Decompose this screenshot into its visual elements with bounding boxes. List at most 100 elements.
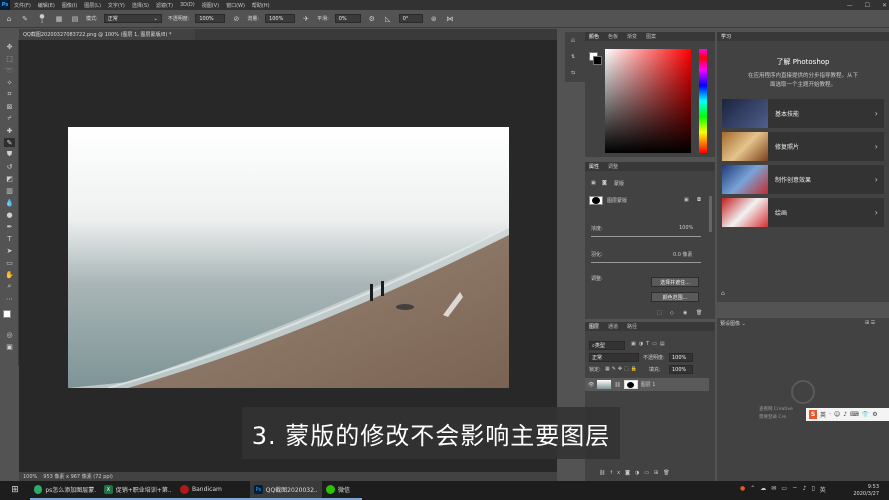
- menu-view[interactable]: 视图(V): [202, 2, 219, 9]
- document-tab[interactable]: QQ截图20200327083722.png @ 100% (图层 1, 图层蒙…: [19, 29, 195, 40]
- airbrush-icon[interactable]: ✈: [301, 14, 311, 24]
- load-selection-icon[interactable]: ⬚: [657, 310, 662, 316]
- ime-skin-icon[interactable]: 👕: [862, 411, 869, 418]
- menu-select[interactable]: 选择(S): [132, 2, 149, 9]
- link-icon[interactable]: ⛓: [614, 382, 620, 388]
- color-picker-field[interactable]: [605, 49, 691, 153]
- feather-value[interactable]: 0.0 像素: [673, 251, 693, 258]
- taskbar-item-wechat-browser[interactable]: ps怎么添加图层蒙...: [30, 481, 100, 500]
- taskbar-item-photoshop[interactable]: Ps QQ截图2020032...: [250, 481, 322, 500]
- grid-view-icon[interactable]: ⊞ ☰: [865, 320, 875, 326]
- ime-keyboard-icon[interactable]: ⌨: [850, 411, 859, 418]
- tray-volume-icon[interactable]: ♪: [803, 485, 807, 494]
- menu-filter[interactable]: 滤镜(T): [156, 2, 173, 9]
- clone-stamp-tool-icon[interactable]: ⛊: [4, 150, 15, 159]
- brush-settings-icon[interactable]: ⇆: [571, 70, 575, 76]
- preset-images-dropdown[interactable]: 预设图像 ⌄: [720, 320, 746, 327]
- tray-chat-icon[interactable]: ✉: [771, 485, 776, 494]
- foreground-color-swatch[interactable]: [3, 310, 11, 318]
- layer-row[interactable]: 👁 ⛓ 图层 1: [585, 378, 709, 391]
- learn-item-basic-skills[interactable]: 基本技能 ›: [722, 99, 884, 128]
- blend-mode-select[interactable]: 正常: [589, 353, 639, 362]
- mode-select[interactable]: 正常 ⌄: [103, 14, 162, 23]
- quick-mask-icon[interactable]: ◎: [4, 330, 15, 339]
- feather-slider[interactable]: [591, 262, 701, 263]
- layer-opacity-field[interactable]: 100%: [669, 353, 693, 362]
- background-swatch[interactable]: [593, 56, 602, 65]
- ime-emoji-icon[interactable]: ☺: [834, 411, 840, 418]
- ime-voice-icon[interactable]: ♪: [843, 411, 847, 418]
- eraser-tool-icon[interactable]: ◩: [4, 174, 15, 183]
- visibility-icon[interactable]: ◉: [683, 310, 687, 316]
- hand-tool-icon[interactable]: ✋: [4, 270, 15, 279]
- healing-brush-tool-icon[interactable]: ✚: [4, 126, 15, 135]
- taskbar-item-excel[interactable]: X 促销+职业培训+第...: [100, 481, 176, 500]
- vector-mask-add-icon[interactable]: ◘: [697, 197, 701, 203]
- learn-item-painting[interactable]: 绘画 ›: [722, 198, 884, 227]
- layer-footer-icons[interactable]: ⛓fx◙◑▭⊞🗑: [599, 470, 675, 476]
- tab-patterns[interactable]: 图案: [646, 33, 656, 40]
- adjustments-icon[interactable]: ⇅: [571, 54, 575, 60]
- menu-type[interactable]: 文字(Y): [108, 2, 125, 9]
- tab-properties[interactable]: 属性: [589, 163, 599, 170]
- tab-layers[interactable]: 图层: [589, 323, 599, 330]
- learn-item-creative-effects[interactable]: 制作创意效果 ›: [722, 165, 884, 194]
- opacity-field[interactable]: 100%: [195, 14, 226, 23]
- density-slider[interactable]: [591, 236, 701, 237]
- pressure-opacity-icon[interactable]: ⊘: [231, 14, 241, 24]
- lasso-tool-icon[interactable]: ➰: [4, 66, 15, 75]
- tab-channels[interactable]: 通道: [608, 323, 618, 330]
- crop-tool-icon[interactable]: ⌗: [4, 90, 15, 99]
- delete-mask-icon[interactable]: 🗑: [696, 310, 702, 316]
- select-and-mask-button[interactable]: 选择并遮住...: [651, 277, 699, 287]
- smoothing-options-gear-icon[interactable]: ⚙: [367, 14, 377, 24]
- shape-tool-icon[interactable]: ▭: [4, 258, 15, 267]
- quick-select-tool-icon[interactable]: ✧: [4, 78, 15, 87]
- minimize-button[interactable]: —: [847, 2, 853, 9]
- zoom-level[interactable]: 100%: [23, 474, 37, 480]
- blur-tool-icon[interactable]: 💧: [4, 198, 15, 207]
- select-mask-icon[interactable]: ▣: [684, 197, 689, 203]
- library-icon[interactable]: ⌂: [721, 290, 733, 300]
- history-brush-tool-icon[interactable]: ↺: [4, 162, 15, 171]
- tab-color[interactable]: 颜色: [589, 33, 599, 40]
- marquee-tool-icon[interactable]: ⬚: [4, 54, 15, 63]
- apply-mask-icon[interactable]: ◇: [670, 310, 674, 316]
- menu-file[interactable]: 文件(F): [14, 2, 31, 9]
- ime-english-toggle[interactable]: 英: [820, 410, 826, 419]
- brush-settings-icon[interactable]: ▦: [54, 14, 64, 24]
- menu-edit[interactable]: 编辑(E): [38, 2, 55, 9]
- more-tools-icon[interactable]: ⋯: [4, 294, 15, 303]
- hue-slider[interactable]: [699, 49, 707, 153]
- home-icon[interactable]: ⌂: [4, 14, 14, 24]
- menu-help[interactable]: 帮助(H): [252, 2, 270, 9]
- fill-field[interactable]: 100%: [669, 365, 693, 374]
- type-tool-icon[interactable]: T: [4, 234, 15, 243]
- screen-mode-icon[interactable]: ▣: [4, 342, 15, 351]
- layer-filter-select[interactable]: ⌕ 类型: [589, 341, 625, 350]
- close-button[interactable]: ✕: [882, 2, 887, 9]
- pixel-mask-icon[interactable]: ▣: [591, 180, 596, 186]
- tray-up-arrow-icon[interactable]: ⌃: [750, 485, 755, 494]
- tab-adjustments[interactable]: 调整: [608, 163, 618, 170]
- start-button[interactable]: ⊞: [0, 481, 30, 500]
- pen-tool-icon[interactable]: ✒: [4, 222, 15, 231]
- tab-swatches[interactable]: 色板: [608, 33, 618, 40]
- history-icon[interactable]: ⎌: [571, 38, 575, 44]
- tab-paths[interactable]: 路径: [627, 323, 637, 330]
- ime-punctuation-icon[interactable]: ·: [829, 411, 831, 418]
- tray-battery-icon[interactable]: ▯: [811, 485, 814, 494]
- frame-tool-icon[interactable]: ⊠: [4, 102, 15, 111]
- brush-tool-icon[interactable]: ✎: [20, 14, 30, 24]
- ime-settings-icon[interactable]: ⚙: [872, 411, 877, 418]
- taskbar-clock[interactable]: 9:53 2020/3/27: [853, 481, 879, 500]
- taskbar-item-wechat[interactable]: 微信: [322, 481, 362, 500]
- tray-ime-icon[interactable]: 英: [820, 485, 826, 494]
- tab-learn[interactable]: 学习: [721, 33, 731, 40]
- tray-app-icon[interactable]: ●: [740, 485, 745, 494]
- eyedropper-tool-icon[interactable]: ⌿: [4, 114, 15, 123]
- lock-icons[interactable]: ▦✎✥⬚🔒: [605, 366, 639, 372]
- tray-wifi-icon[interactable]: ⌔: [792, 485, 798, 494]
- layer-filter-icons[interactable]: ▣◑T▭▤: [631, 341, 668, 347]
- vector-mask-icon[interactable]: ◙: [602, 180, 607, 186]
